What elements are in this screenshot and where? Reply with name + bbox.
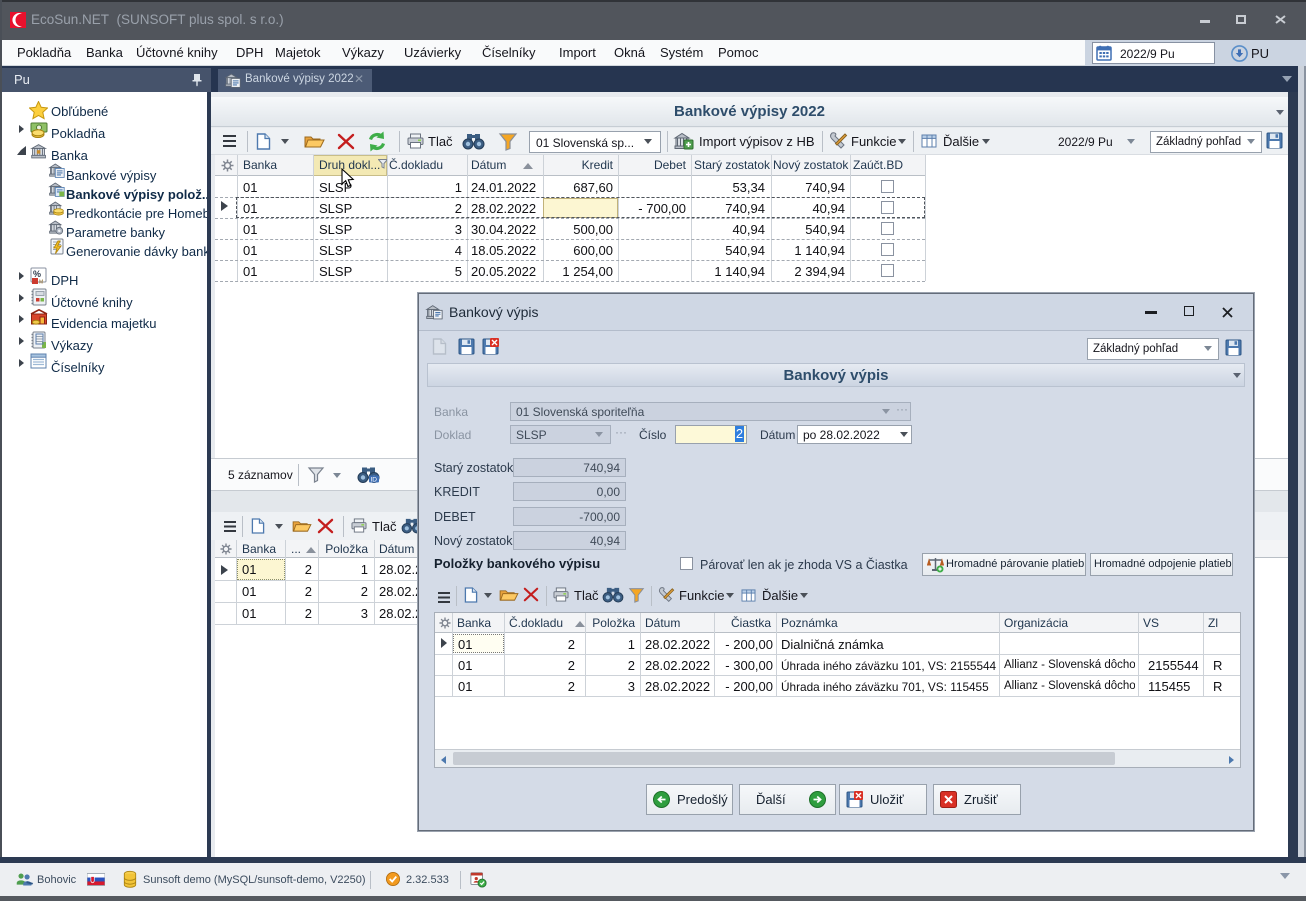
svg-text:M: M xyxy=(39,280,43,286)
svg-text:%: % xyxy=(33,269,41,279)
svg-text:ID: ID xyxy=(371,477,378,484)
